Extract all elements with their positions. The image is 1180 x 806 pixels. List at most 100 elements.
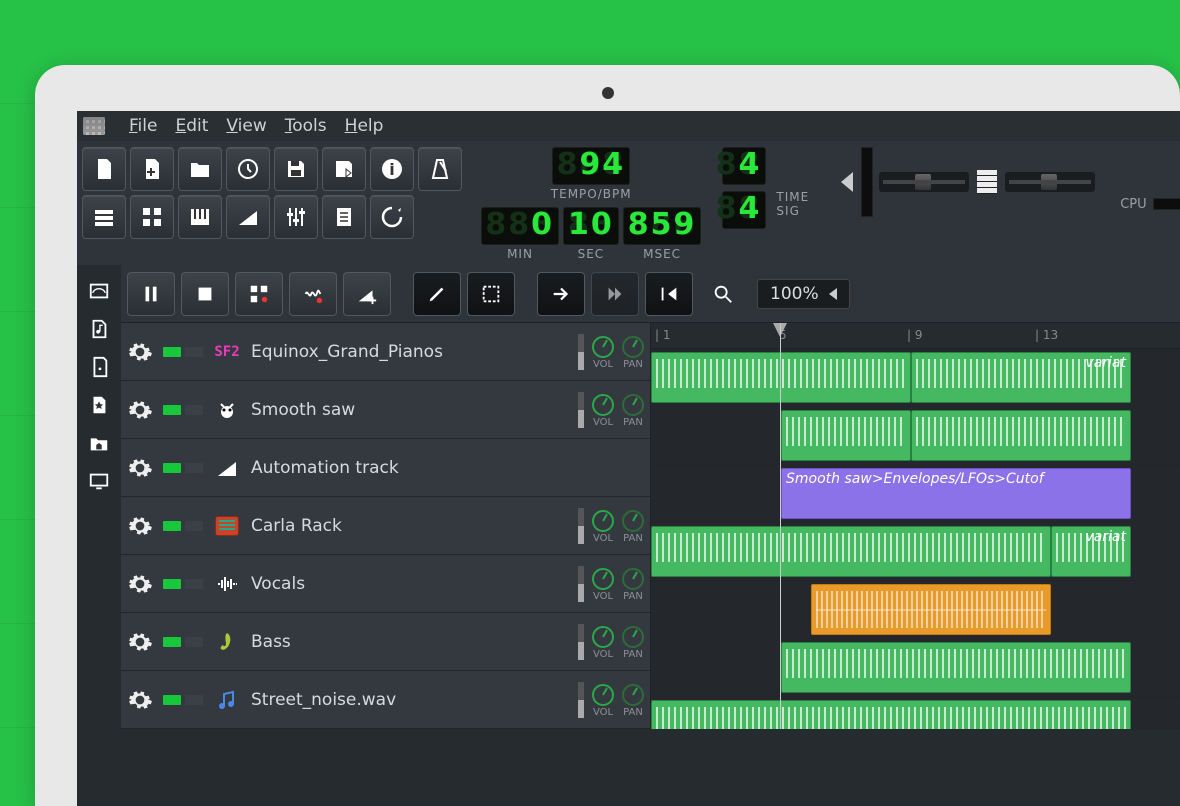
- pan-knob[interactable]: [622, 336, 644, 358]
- track-header[interactable]: Carla Rack VOL PAN: [121, 497, 650, 555]
- record-pattern-button[interactable]: [235, 272, 283, 316]
- clip[interactable]: [651, 700, 1131, 729]
- time-min-display[interactable]: 8880: [481, 207, 559, 245]
- new-from-template-button[interactable]: [130, 147, 174, 191]
- bb-editor-button[interactable]: [130, 195, 174, 239]
- clip[interactable]: [651, 526, 1051, 577]
- mute-button[interactable]: [163, 521, 181, 531]
- info-button[interactable]: i: [370, 147, 414, 191]
- mute-button[interactable]: [163, 637, 181, 647]
- track-settings-button[interactable]: [127, 455, 153, 481]
- stop-button[interactable]: [181, 272, 229, 316]
- track-header[interactable]: SF2 Equinox_Grand_Pianos VOL PAN: [121, 323, 650, 381]
- track-header[interactable]: Bass VOL PAN: [121, 613, 650, 671]
- track-settings-button[interactable]: [127, 571, 153, 597]
- controller-rack-button[interactable]: [370, 195, 414, 239]
- track-name[interactable]: Smooth saw: [251, 400, 568, 420]
- solo-button[interactable]: [185, 405, 203, 415]
- track-header[interactable]: Street_noise.wav VOL PAN: [121, 671, 650, 729]
- timesig-den-display[interactable]: 884: [722, 191, 766, 229]
- track-name[interactable]: Street_noise.wav: [251, 690, 568, 710]
- track-header[interactable]: Vocals VOL PAN: [121, 555, 650, 613]
- pause-button[interactable]: [127, 272, 175, 316]
- mixer-button[interactable]: [274, 195, 318, 239]
- pan-knob[interactable]: [622, 568, 644, 590]
- presets-tab-icon[interactable]: [87, 393, 111, 417]
- skip-forward-button[interactable]: [537, 272, 585, 316]
- clip-area[interactable]: | 1 5 | 9 | 13 variatSmooth saw>Envelope…: [651, 323, 1180, 729]
- project-notes-button[interactable]: [322, 195, 366, 239]
- clip[interactable]: variat: [1051, 526, 1131, 577]
- pan-knob[interactable]: [622, 626, 644, 648]
- timeline-ruler[interactable]: | 1 5 | 9 | 13: [651, 323, 1180, 349]
- track-settings-button[interactable]: [127, 513, 153, 539]
- track-settings-button[interactable]: [127, 397, 153, 423]
- mute-button[interactable]: [163, 405, 181, 415]
- pan-knob[interactable]: [622, 394, 644, 416]
- track-name[interactable]: Automation track: [251, 458, 644, 478]
- clip-row[interactable]: variat: [651, 349, 1180, 407]
- mute-button[interactable]: [163, 695, 181, 705]
- home-tab-icon[interactable]: [87, 431, 111, 455]
- clip[interactable]: [911, 410, 1131, 461]
- song-editor-button[interactable]: [82, 195, 126, 239]
- instruments-tab-icon[interactable]: [87, 279, 111, 303]
- solo-button[interactable]: [185, 695, 203, 705]
- menu-help[interactable]: Help: [345, 116, 384, 136]
- track-header[interactable]: Automation track: [121, 439, 650, 497]
- volume-knob[interactable]: [592, 568, 614, 590]
- mute-button[interactable]: [163, 347, 181, 357]
- clip-row[interactable]: [651, 639, 1180, 697]
- save-button[interactable]: [274, 147, 318, 191]
- solo-button[interactable]: [185, 579, 203, 589]
- track-header[interactable]: Smooth saw VOL PAN: [121, 381, 650, 439]
- solo-button[interactable]: [185, 521, 203, 531]
- pan-knob[interactable]: [622, 510, 644, 532]
- draw-mode-button[interactable]: [413, 272, 461, 316]
- volume-knob[interactable]: [592, 336, 614, 358]
- menu-view[interactable]: View: [226, 116, 266, 136]
- track-name[interactable]: Carla Rack: [251, 516, 568, 536]
- skip-to-start-button[interactable]: [645, 272, 693, 316]
- menu-tools[interactable]: Tools: [285, 116, 327, 136]
- track-settings-button[interactable]: [127, 629, 153, 655]
- zoom-level[interactable]: 100%: [757, 279, 850, 309]
- my-samples-tab-icon[interactable]: [87, 355, 111, 379]
- samples-tab-icon[interactable]: [87, 317, 111, 341]
- open-button[interactable]: [178, 147, 222, 191]
- clip-row[interactable]: Smooth saw>Envelopes/LFOs>Cutof: [651, 465, 1180, 523]
- mute-button[interactable]: [163, 463, 181, 473]
- select-mode-button[interactable]: [467, 272, 515, 316]
- clip[interactable]: [811, 584, 1051, 635]
- new-file-button[interactable]: [82, 147, 126, 191]
- zoom-button[interactable]: [699, 272, 747, 316]
- volume-knob[interactable]: [592, 626, 614, 648]
- clip[interactable]: [781, 410, 911, 461]
- clip-row[interactable]: [651, 697, 1180, 729]
- clip-row[interactable]: [651, 581, 1180, 639]
- tempo-display[interactable]: 88894: [552, 147, 630, 185]
- mute-button[interactable]: [163, 579, 181, 589]
- master-volume-slider[interactable]: [879, 172, 969, 192]
- clip-row[interactable]: variat: [651, 523, 1180, 581]
- menu-edit[interactable]: Edit: [175, 116, 208, 136]
- time-sec-display[interactable]: 8810: [563, 207, 619, 245]
- clip[interactable]: [651, 352, 911, 403]
- track-settings-button[interactable]: [127, 339, 153, 365]
- export-button[interactable]: [322, 147, 366, 191]
- solo-button[interactable]: [185, 347, 203, 357]
- solo-button[interactable]: [185, 463, 203, 473]
- clip[interactable]: variat: [911, 352, 1131, 403]
- add-automation-clip-button[interactable]: [343, 272, 391, 316]
- timesig-num-display[interactable]: 884: [722, 147, 766, 185]
- open-recent-button[interactable]: [226, 147, 270, 191]
- track-name[interactable]: Bass: [251, 632, 568, 652]
- clip-row[interactable]: [651, 407, 1180, 465]
- menu-file[interactable]: File: [129, 116, 157, 136]
- automation-editor-button[interactable]: [226, 195, 270, 239]
- solo-button[interactable]: [185, 637, 203, 647]
- track-name[interactable]: Vocals: [251, 574, 568, 594]
- track-name[interactable]: Equinox_Grand_Pianos: [251, 342, 568, 362]
- computer-tab-icon[interactable]: [87, 469, 111, 493]
- metronome-button[interactable]: [418, 147, 462, 191]
